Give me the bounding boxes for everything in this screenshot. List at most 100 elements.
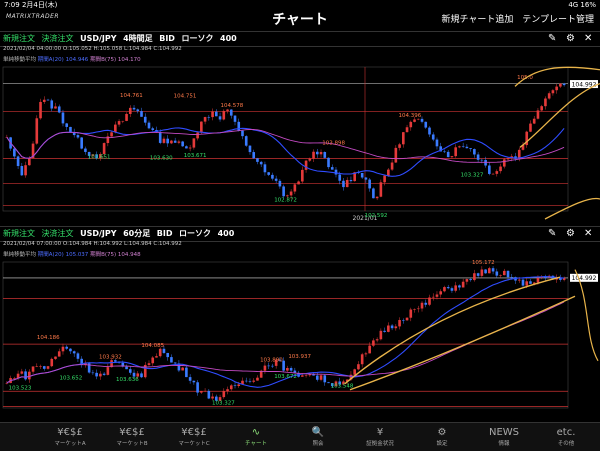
candle-body — [203, 117, 207, 122]
candle-body — [35, 366, 39, 367]
candle-body — [76, 353, 80, 359]
chart2-count-select[interactable]: 400 — [218, 229, 235, 238]
price-label: 103.636 — [116, 377, 139, 383]
candle-body — [274, 178, 278, 181]
candle-body — [394, 147, 398, 163]
candle-body — [315, 375, 319, 380]
candle-body — [181, 141, 184, 147]
candle-body — [132, 107, 136, 110]
candle-body — [330, 167, 334, 170]
candle-body — [237, 121, 241, 131]
candle-body — [476, 154, 480, 160]
tab-icon: ∿ — [251, 427, 261, 438]
candle-body — [69, 348, 72, 352]
candle-body — [424, 121, 428, 128]
candle-body — [517, 279, 521, 281]
pencil-icon[interactable]: ✎ — [548, 227, 556, 240]
candle-body — [289, 368, 293, 371]
candle-body — [495, 171, 499, 174]
chart1-type-select[interactable]: ローソク — [181, 34, 213, 43]
tab-7[interactable]: NEWS 情報 — [474, 423, 534, 451]
candle-body — [315, 151, 319, 155]
candle-body — [499, 166, 502, 172]
candle-body — [200, 121, 203, 133]
candle-body — [80, 137, 83, 149]
tab-6[interactable]: ⚙ 設定 — [412, 423, 472, 451]
candle-body — [46, 366, 50, 369]
candle-body — [293, 184, 297, 192]
candle-body — [181, 367, 184, 371]
chart1-plot[interactable]: 2021/01104.761 104.751104.578103.651 103.6… — [0, 63, 600, 223]
candle-body — [147, 122, 151, 129]
chart1-settle-order-button[interactable]: 決済注文 — [42, 34, 74, 43]
tab-3[interactable]: ∿ チャート — [226, 423, 286, 451]
template-button[interactable]: テンプレート管理 — [522, 15, 594, 25]
tab-2[interactable]: ¥€$£ マーケットC — [164, 423, 224, 451]
candle-body — [114, 124, 117, 133]
chart1-side-select[interactable]: BID — [159, 34, 175, 43]
tab-label: 照会 — [312, 441, 324, 447]
chart2-ma-legend: 単純移動平均 期間A(20) 105.037 期間B(75) 104.948 — [3, 252, 141, 258]
candle-body — [465, 146, 469, 149]
candle-body — [465, 279, 469, 282]
ma-short-line — [6, 276, 565, 388]
candle-body — [402, 132, 405, 145]
price-label: 104.751 — [174, 93, 197, 99]
pencil-icon[interactable]: ✎ — [548, 32, 556, 45]
candle-body — [271, 174, 274, 179]
candle-body — [229, 109, 233, 116]
tab-8[interactable]: etc. その他 — [536, 423, 596, 451]
tab-4[interactable]: 🔍 照会 — [288, 423, 348, 451]
candle-body — [413, 309, 416, 310]
close-icon[interactable]: ✕ — [584, 227, 592, 240]
candle-body — [387, 169, 390, 176]
chart2-settle-order-button[interactable]: 決済注文 — [42, 229, 74, 238]
candle-body — [308, 374, 312, 376]
candle-body — [428, 127, 431, 135]
candle-body — [323, 151, 327, 158]
candle-body — [405, 317, 409, 321]
chart2-timeframe-select[interactable]: 60分足 — [123, 229, 150, 238]
candle-body — [413, 119, 416, 122]
close-icon[interactable]: ✕ — [584, 32, 592, 45]
chart2-side-select[interactable]: BID — [157, 229, 173, 238]
chart1-count-select[interactable]: 400 — [220, 34, 237, 43]
candle-body — [304, 375, 308, 376]
candle-body — [334, 169, 338, 175]
chart1-new-order-button[interactable]: 新規注文 — [3, 34, 35, 43]
candle-body — [461, 281, 465, 288]
gear-icon[interactable]: ⚙ — [566, 227, 575, 240]
chart2-plot[interactable]: 104.186 103.932 104.085 103.523 103.652 103.6… — [0, 258, 600, 420]
chart2-new-order-button[interactable]: 新規注文 — [3, 229, 35, 238]
tab-1[interactable]: ¥€$£ マーケットB — [102, 423, 162, 451]
candle-body — [416, 308, 420, 310]
candle-body — [128, 107, 132, 114]
candle-body — [222, 391, 226, 398]
tab-5[interactable]: ¥ 証拠金状況 — [350, 423, 410, 451]
add-chart-button[interactable]: 新規チャート追加 — [441, 15, 513, 25]
candle-body — [454, 147, 457, 157]
candle-body — [364, 177, 368, 180]
candle-body — [226, 109, 229, 111]
candle-body — [439, 291, 443, 295]
candle-body — [84, 148, 87, 152]
candle-body — [125, 113, 128, 121]
candle-body — [16, 156, 20, 167]
tab-0[interactable]: ¥€$£ マーケットA — [40, 423, 100, 451]
candle-body — [536, 110, 540, 119]
gear-icon[interactable]: ⚙ — [566, 32, 575, 45]
candle-body — [338, 174, 342, 181]
candle-body — [301, 169, 304, 182]
chart1-timeframe-select[interactable]: 4時間足 — [123, 34, 153, 43]
chart1-pair-select[interactable]: USD/JPY — [80, 34, 116, 43]
chart2-type-select[interactable]: ローソク — [179, 229, 211, 238]
price-label: 104.085 — [141, 343, 164, 349]
annotation-curve — [544, 197, 600, 220]
chart2-pair-select[interactable]: USD/JPY — [80, 229, 116, 238]
candle-body — [450, 288, 454, 291]
candle-body — [327, 157, 330, 168]
candle-body — [488, 165, 491, 174]
candle-body — [192, 380, 196, 383]
candle-body — [263, 164, 267, 173]
candle-body — [233, 115, 237, 122]
